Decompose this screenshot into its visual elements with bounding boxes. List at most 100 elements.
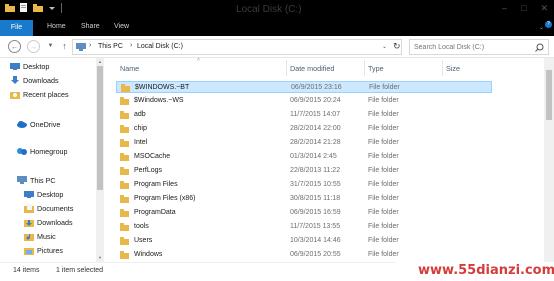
- new-folder-icon[interactable]: [33, 3, 43, 13]
- nav-item-label: Downloads: [23, 75, 59, 85]
- forward-button[interactable]: →: [27, 40, 40, 53]
- file-list-scrollbar-thumb[interactable]: [546, 70, 552, 120]
- column-header-date-modified[interactable]: Date modified: [290, 64, 334, 73]
- sort-ascending-icon: ˄: [197, 57, 200, 63]
- file-name: Program Files: [134, 181, 178, 188]
- file-name: Windows: [134, 251, 163, 258]
- folder-icon: [120, 251, 129, 259]
- nav-item-homegroup[interactable]: Homegroup: [17, 145, 68, 157]
- file-type: File folder: [368, 139, 399, 146]
- folder-icon: [120, 195, 129, 203]
- folder-icon[interactable]: [5, 3, 15, 13]
- nav-item-documents[interactable]: Documents: [24, 202, 73, 214]
- recent-locations-icon[interactable]: ▼: [44, 40, 57, 53]
- minimize-icon[interactable]: –: [502, 3, 507, 14]
- recent-places-icon: [10, 91, 20, 99]
- quick-access-toolbar: [5, 3, 62, 13]
- file-row[interactable]: adb 11/7/2015 14:07 File folder: [116, 109, 492, 121]
- ribbon: File Home Share View ⌄ ?: [0, 20, 554, 36]
- navigation-pane: Desktop Downloads Recent places OneDrive…: [0, 58, 104, 262]
- column-header-type[interactable]: Type: [368, 64, 384, 73]
- address-dropdown-icon[interactable]: ⌄: [382, 43, 387, 50]
- file-date-modified: 30/8/2015 11:18: [290, 195, 341, 202]
- refresh-icon[interactable]: ↻: [393, 41, 401, 52]
- file-name: Program Files (x86): [134, 195, 196, 202]
- pictures-icon: [24, 247, 34, 255]
- tab-home[interactable]: Home: [47, 23, 66, 30]
- scroll-up-icon[interactable]: ▲: [97, 59, 103, 64]
- nav-item-downloads[interactable]: Downloads: [10, 74, 59, 86]
- nav-scrollbar-thumb[interactable]: [97, 66, 103, 190]
- breadcrumb-separator[interactable]: ›: [89, 42, 91, 49]
- file-date-modified: 06/9/2015 23:16: [291, 84, 342, 91]
- file-type: File folder: [368, 251, 399, 258]
- properties-icon[interactable]: [19, 3, 29, 13]
- breadcrumb-this-pc[interactable]: This PC: [98, 43, 123, 50]
- nav-item-label: Desktop: [37, 189, 64, 199]
- breadcrumb-local-disk[interactable]: Local Disk (C:): [137, 43, 183, 50]
- nav-item-downloads[interactable]: Downloads: [24, 216, 73, 228]
- tab-file[interactable]: File: [0, 20, 33, 36]
- breadcrumb-separator[interactable]: ›: [130, 42, 132, 49]
- desktop-icon: [24, 190, 34, 198]
- search-input[interactable]: [414, 42, 529, 53]
- nav-item-this-pc[interactable]: This PC: [17, 174, 56, 186]
- column-header-name[interactable]: Name: [120, 64, 139, 73]
- nav-item-label: Documents: [37, 203, 74, 213]
- nav-item-label: OneDrive: [30, 119, 61, 129]
- file-row[interactable]: Program Files (x86) 30/8/2015 11:18 File f…: [116, 193, 492, 205]
- nav-item-label: Pictures: [37, 245, 63, 255]
- help-icon[interactable]: ?: [545, 21, 552, 28]
- folder-icon: [120, 97, 129, 105]
- nav-item-label: Homegroup: [30, 146, 68, 156]
- maximize-icon[interactable]: □: [521, 3, 526, 14]
- nav-item-music[interactable]: Music: [24, 230, 56, 242]
- scroll-down-icon[interactable]: ▼: [97, 255, 103, 260]
- tab-view[interactable]: View: [114, 23, 129, 30]
- file-type: File folder: [368, 111, 399, 118]
- file-row[interactable]: MSOCache 01/3/2014 2:45 File folder: [116, 151, 492, 163]
- address-bar[interactable]: › This PC › Local Disk (C:) ⌄: [72, 39, 402, 55]
- nav-item-onedrive[interactable]: OneDrive: [17, 118, 60, 130]
- file-row[interactable]: $Windows.~WS 06/9/2015 20:24 File folder: [116, 95, 492, 107]
- column-divider[interactable]: [442, 60, 443, 76]
- file-date-modified: 01/3/2014 2:45: [290, 153, 337, 160]
- documents-icon: [24, 203, 34, 213]
- file-name: $Windows.~WS: [134, 97, 184, 104]
- back-button[interactable]: ←: [8, 40, 21, 53]
- nav-item-desktop[interactable]: Desktop: [10, 60, 49, 72]
- file-row[interactable]: chip 28/2/2014 22:00 File folder: [116, 123, 492, 135]
- file-row[interactable]: tools 11/7/2015 13:55 File folder: [116, 221, 492, 233]
- homegroup-icon: [17, 147, 27, 155]
- tab-share[interactable]: Share: [81, 23, 100, 30]
- search-icon[interactable]: [535, 43, 544, 52]
- file-type: File folder: [368, 97, 399, 104]
- expand-ribbon-icon[interactable]: ⌄: [539, 24, 544, 31]
- file-date-modified: 31/7/2015 10:55: [290, 181, 341, 188]
- customize-dropdown-icon[interactable]: [47, 3, 57, 13]
- nav-item-recent-places[interactable]: Recent places: [10, 88, 69, 100]
- file-row[interactable]: ProgramData 06/9/2015 16:59 File folder: [116, 207, 492, 219]
- nav-item-desktop[interactable]: Desktop: [24, 188, 63, 200]
- close-icon[interactable]: ✕: [540, 3, 548, 14]
- column-divider[interactable]: [286, 60, 287, 76]
- column-header-size[interactable]: Size: [446, 64, 460, 73]
- file-date-modified: 28/2/2014 21:28: [290, 139, 341, 146]
- file-date-modified: 22/8/2013 11:22: [290, 167, 341, 174]
- file-name: Intel: [134, 139, 148, 146]
- folder-icon: [120, 237, 129, 245]
- file-type: File folder: [368, 223, 399, 230]
- column-divider[interactable]: [364, 60, 365, 76]
- folder-icon: [120, 167, 129, 175]
- file-row[interactable]: PerfLogs 22/8/2013 11:22 File folder: [116, 165, 492, 177]
- file-row[interactable]: Program Files 31/7/2015 10:55 File folder: [116, 179, 492, 191]
- file-row[interactable]: $WINDOWS.~BT 06/9/2015 23:16 File folder: [116, 81, 492, 93]
- file-name: adb: [134, 111, 146, 118]
- file-row[interactable]: Users 10/3/2014 14:46 File folder: [116, 235, 492, 247]
- file-row[interactable]: Windows 06/9/2015 20:55 File folder: [116, 249, 492, 261]
- file-row[interactable]: Intel 28/2/2014 21:28 File folder: [116, 137, 492, 149]
- up-button[interactable]: ↑: [58, 40, 71, 53]
- file-date-modified: 11/7/2015 14:07: [290, 111, 341, 118]
- nav-item-pictures[interactable]: Pictures: [24, 244, 63, 256]
- search-box[interactable]: [409, 39, 549, 55]
